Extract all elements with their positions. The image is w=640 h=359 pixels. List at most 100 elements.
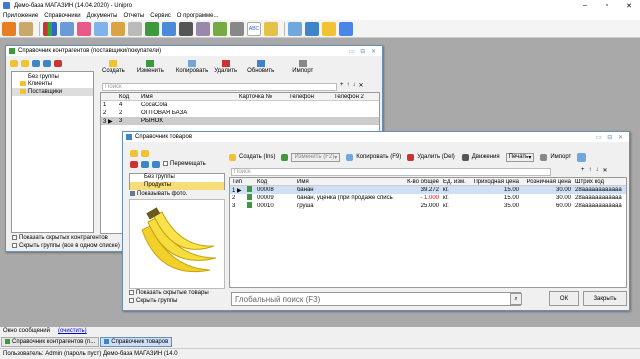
create-button[interactable]: Создать (Ins): [239, 154, 275, 160]
upload-icon[interactable]: [288, 21, 302, 36]
tools-icon[interactable]: [230, 21, 244, 36]
arrow-up-icon[interactable]: ↑: [347, 82, 350, 91]
goods-search-input[interactable]: Поиск: [231, 168, 551, 176]
close-search-icon[interactable]: ✕: [603, 167, 608, 176]
ok-button[interactable]: ОК: [549, 291, 579, 306]
global-search-input[interactable]: Глобальный поиск (F3): [231, 292, 521, 306]
col-card[interactable]: Карточка №: [237, 94, 287, 100]
close-icon[interactable]: ✕: [618, 0, 640, 11]
table-row[interactable]: 3 ▶ 3 РЫНОК: [101, 117, 379, 125]
col-price[interactable]: Розничная цена: [521, 179, 573, 185]
folder-icon[interactable]: [322, 21, 336, 36]
truck-icon[interactable]: [145, 21, 159, 36]
table-row[interactable]: 2 00009 банан, уценка (при продаже списы…: [230, 194, 626, 202]
hide-groups-checkbox[interactable]: Скрыть группы (все в одном списке): [12, 243, 120, 249]
cart-icon[interactable]: [111, 21, 125, 36]
edit-button[interactable]: Изменить: [137, 60, 164, 74]
menu-app[interactable]: Приложение: [3, 13, 38, 19]
tree-item-no-group[interactable]: Без группы: [130, 174, 224, 182]
scales-icon[interactable]: [128, 21, 142, 36]
goods-icon[interactable]: [77, 21, 91, 36]
download-icon[interactable]: [305, 21, 319, 36]
show-hidden-contragents-checkbox[interactable]: Показать скрытых контрагентов: [12, 235, 108, 241]
col-code[interactable]: Код: [117, 94, 139, 100]
import-button[interactable]: Импорт: [550, 154, 571, 160]
add-folder-icon[interactable]: [130, 150, 138, 157]
minimize-icon[interactable]: –: [574, 0, 596, 11]
window-controls-icon[interactable]: ▭ ⊟ ✕: [349, 48, 378, 55]
show-photo-checkbox[interactable]: Показывать фото.: [130, 191, 187, 197]
search-button[interactable]: ⌕: [510, 293, 522, 305]
col-phone[interactable]: Телефон: [287, 94, 332, 100]
copy-button[interactable]: Копировать (F9): [356, 154, 401, 160]
lock-icon[interactable]: [19, 21, 33, 36]
col-name[interactable]: Имя: [295, 179, 393, 185]
document-icon[interactable]: [162, 21, 176, 36]
col-unit[interactable]: Ед. изм.: [441, 179, 471, 185]
col-qty[interactable]: К-во общее: [393, 179, 441, 185]
hide-goods-groups-checkbox[interactable]: Скрыть группы: [129, 298, 177, 304]
delete-folder-icon[interactable]: [54, 60, 62, 67]
menu-service[interactable]: Сервис: [150, 13, 171, 19]
contragents-search-input[interactable]: Поиск: [102, 83, 337, 91]
tree-item-no-group[interactable]: Без группы: [12, 72, 93, 80]
col-type[interactable]: Тип: [230, 179, 255, 185]
diamond-icon[interactable]: [43, 60, 51, 67]
exit-icon[interactable]: [2, 21, 16, 36]
delete-button[interactable]: Удалить: [214, 60, 237, 74]
window-controls-icon[interactable]: ▭ ⊟ ✕: [596, 134, 625, 141]
menu-reports[interactable]: Отчеты: [124, 13, 145, 19]
moves-button[interactable]: Движения: [472, 154, 500, 160]
col-name[interactable]: Имя: [139, 94, 237, 100]
delete-button[interactable]: Удалить (Del): [417, 154, 455, 160]
task-contragents[interactable]: Справочник контрагентов (п...: [1, 336, 100, 347]
diamond-icon[interactable]: [32, 60, 40, 67]
cash-register-icon[interactable]: [94, 21, 108, 36]
task-goods[interactable]: Справочник товаров: [100, 336, 173, 347]
show-hidden-goods-checkbox[interactable]: Показать скрытые товары: [129, 290, 209, 296]
spellcheck-icon[interactable]: ABC: [247, 21, 261, 36]
contacts-icon[interactable]: [60, 21, 74, 36]
refresh-button[interactable]: Обновить: [247, 60, 274, 74]
arrow-down-icon[interactable]: ↓: [353, 82, 356, 91]
arrow-up-icon[interactable]: ↑: [589, 167, 592, 176]
edit-button[interactable]: Изменить (F2) ▾: [291, 152, 341, 162]
col-phone2[interactable]: Телефон 2: [332, 94, 377, 100]
tree-item-suppliers[interactable]: Поставщики: [12, 88, 93, 96]
diamond-icon[interactable]: [152, 161, 160, 168]
col-barcode[interactable]: Штрих код: [573, 179, 626, 185]
share-icon[interactable]: [339, 21, 353, 36]
move-checkbox[interactable]: Перемещать: [163, 161, 206, 168]
menu-references[interactable]: Справочники: [44, 13, 80, 19]
menu-about[interactable]: О программе...: [177, 13, 219, 19]
monitor-icon[interactable]: [179, 21, 193, 36]
tree-item-products[interactable]: Продукты: [130, 182, 224, 190]
plus-icon[interactable]: +: [340, 82, 344, 91]
printer-icon[interactable]: [196, 21, 210, 36]
edit-folder-icon[interactable]: [141, 150, 149, 157]
close-button[interactable]: Закрыть: [583, 291, 627, 306]
books-icon[interactable]: [43, 21, 57, 36]
col-code[interactable]: Код: [255, 179, 295, 185]
edit-folder-icon[interactable]: [21, 60, 29, 67]
add-folder-icon[interactable]: [10, 60, 18, 67]
copy-button[interactable]: Копировать: [176, 60, 208, 74]
import-button[interactable]: Импорт: [292, 60, 313, 74]
van-icon[interactable]: [213, 21, 227, 36]
delete-folder-icon[interactable]: [130, 161, 138, 168]
checkmark-icon[interactable]: [264, 21, 278, 36]
create-button[interactable]: Создать: [102, 60, 125, 74]
table-row[interactable]: 1 4 CocaCola: [101, 101, 379, 109]
clear-messages-link[interactable]: (очистить): [58, 328, 87, 334]
col-in-price[interactable]: Приходная цена: [471, 179, 521, 185]
plus-icon[interactable]: +: [581, 167, 585, 176]
tree-item-clients[interactable]: Клиенты: [12, 80, 93, 88]
menu-documents[interactable]: Документы: [87, 13, 118, 19]
print-button[interactable]: Печать ▾: [505, 152, 535, 162]
table-row[interactable]: 3 00010 груша 25.000 кг. 35.00 60.00 28a…: [230, 202, 626, 210]
table-row[interactable]: 1 ▶ 00008 банан 39.272 кг. 15.00 30.00 2…: [230, 186, 626, 194]
diamond-icon[interactable]: [141, 161, 149, 168]
arrow-down-icon[interactable]: ↓: [596, 167, 599, 176]
close-search-icon[interactable]: ✕: [359, 82, 364, 91]
settings-icon[interactable]: [577, 152, 587, 162]
